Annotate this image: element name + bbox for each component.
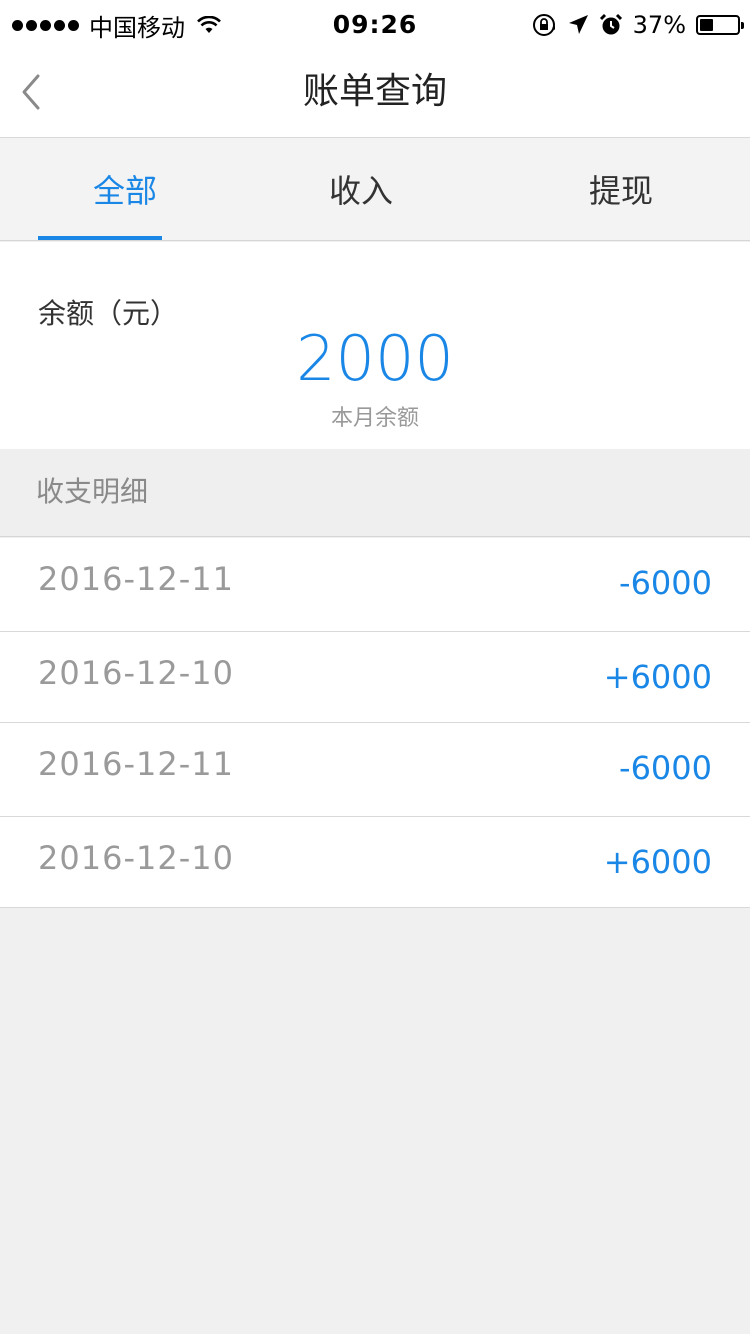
transaction-row[interactable]: 2016-12-11 -6000 bbox=[0, 538, 750, 632]
tab-all-label: 全部 bbox=[92, 172, 157, 210]
transaction-date: 2016-12-11 bbox=[38, 745, 234, 783]
transaction-date: 2016-12-11 bbox=[38, 560, 234, 598]
transaction-row[interactable]: 2016-12-10 +6000 bbox=[0, 632, 750, 723]
tab-all[interactable]: 全部 bbox=[0, 138, 250, 240]
status-right: 37% bbox=[531, 0, 744, 50]
transaction-amount: -6000 bbox=[619, 749, 712, 787]
tab-income[interactable]: 收入 bbox=[236, 138, 486, 240]
section-header: 收支明细 bbox=[0, 449, 750, 537]
nav-bar: 账单查询 bbox=[0, 50, 750, 138]
tab-withdraw-label: 提现 bbox=[588, 172, 653, 210]
rotation-lock-icon bbox=[532, 14, 555, 36]
battery-percent: 37% bbox=[632, 11, 686, 39]
balance-card: 余额（元） 2000 本月余额 bbox=[0, 242, 750, 449]
section-title: 收支明细 bbox=[36, 475, 149, 508]
transaction-row[interactable]: 2016-12-10 +6000 bbox=[0, 817, 750, 908]
balance-amount: 2000 bbox=[296, 322, 454, 395]
tab-withdraw[interactable]: 提现 bbox=[496, 138, 746, 240]
transaction-row[interactable]: 2016-12-11 -6000 bbox=[0, 723, 750, 817]
balance-sub-label: 本月余额 bbox=[330, 406, 419, 431]
alarm-icon bbox=[599, 13, 622, 35]
transaction-amount: +6000 bbox=[603, 658, 712, 696]
transaction-date: 2016-12-10 bbox=[38, 839, 234, 877]
transaction-list: 2016-12-11 -6000 2016-12-10 +6000 2016-1… bbox=[0, 538, 750, 908]
battery-fill bbox=[700, 19, 714, 31]
tab-income-label: 收入 bbox=[328, 172, 393, 210]
status-bar: 中国移动 09:26 37% bbox=[0, 0, 750, 50]
location-arrow-icon bbox=[568, 15, 588, 34]
transaction-amount: +6000 bbox=[603, 843, 712, 881]
transaction-date: 2016-12-10 bbox=[38, 654, 234, 692]
page-title: 账单查询 bbox=[302, 71, 447, 112]
transaction-amount: -6000 bbox=[619, 564, 712, 602]
battery-icon bbox=[696, 15, 744, 35]
tab-bar: 全部 收入 提现 bbox=[0, 138, 750, 241]
active-tab-indicator bbox=[38, 236, 162, 240]
